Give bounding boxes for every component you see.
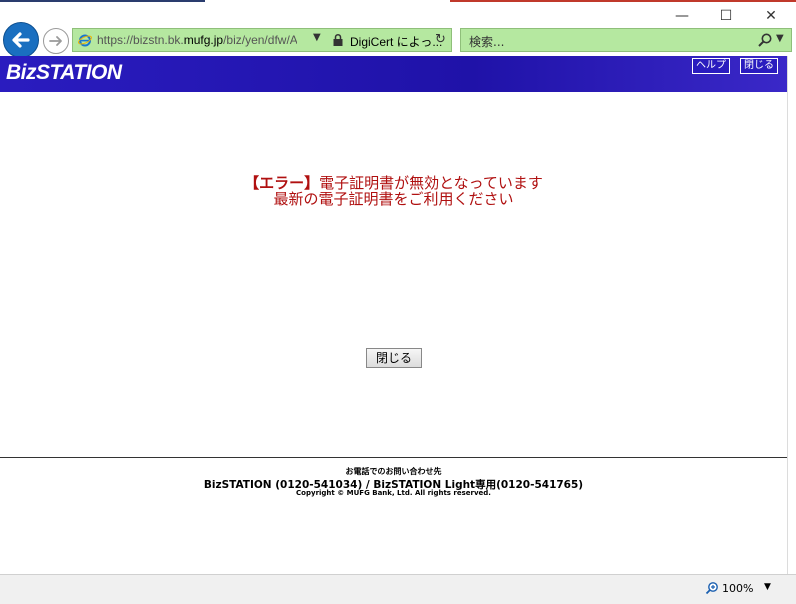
bizstation-logo: BizSTATION (6, 61, 122, 84)
right-edge (787, 56, 796, 574)
address-bar[interactable]: https://bizstn.bk.mufg.jp/biz/yen/dfw/A … (72, 28, 452, 52)
footer-divider (0, 457, 787, 458)
header-close-button[interactable]: 閉じる (740, 58, 778, 74)
close-window-button[interactable]: ✕ (751, 4, 791, 28)
url-text: https://bizstn.bk.mufg.jp/biz/yen/dfw/A (97, 33, 297, 47)
minimize-button[interactable]: — (662, 4, 702, 28)
copyright: Copyright © MUFG Bank, Ltd. All rights r… (296, 489, 491, 497)
ie-logo-icon (78, 34, 92, 47)
frame-accent-left (0, 0, 205, 2)
maximize-button[interactable]: ☐ (706, 4, 746, 28)
search-icon[interactable] (757, 32, 773, 48)
header-band: BizSTATION ヘルプ 閉じる (0, 56, 787, 92)
forward-button[interactable] (43, 28, 69, 54)
help-button[interactable]: ヘルプ (692, 58, 730, 74)
address-dropdown-icon[interactable]: ▼ (313, 32, 321, 43)
search-dropdown-icon[interactable]: ▼ (776, 33, 784, 44)
frame-accent-right (450, 0, 796, 2)
certificate-label[interactable]: DigiCert によっ... (350, 33, 442, 50)
arrow-left-icon (12, 32, 30, 48)
zoom-dropdown-icon[interactable]: ▼ (764, 582, 771, 592)
error-message-line2: 最新の電子証明書をご利用ください (273, 190, 514, 208)
search-box[interactable]: 検索... ▼ (460, 28, 792, 52)
status-bar: 100% ▼ (0, 574, 796, 604)
search-input[interactable]: 検索... (469, 33, 504, 50)
zoom-icon[interactable] (705, 581, 719, 595)
close-button[interactable]: 閉じる (366, 348, 422, 368)
zoom-level[interactable]: 100% (722, 582, 753, 595)
back-button[interactable] (3, 22, 39, 58)
contact-heading: お電話でのお問い合わせ先 (345, 467, 442, 476)
window-frame-top (0, 0, 796, 3)
refresh-icon[interactable]: ↻ (435, 32, 446, 47)
lock-icon[interactable] (331, 33, 345, 47)
arrow-right-icon (49, 36, 62, 46)
